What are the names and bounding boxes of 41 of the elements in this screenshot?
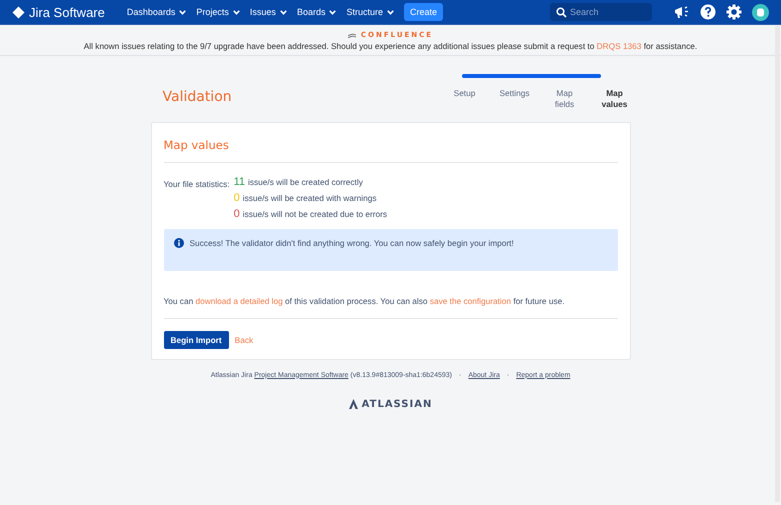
- section-title: Map values: [164, 138, 230, 152]
- announcement-text: All known issues relating to the 9/7 upgrade have been addressed. Should you experience any additional issues please submit a request to DRQS 1363 for assistance.: [82, 41, 698, 51]
- info-icon: [174, 238, 184, 248]
- caret-icon: [329, 10, 336, 14]
- help-icon[interactable]: [700, 4, 716, 20]
- nav-menu-item[interactable]: Boards: [296, 7, 336, 17]
- avatar-icon[interactable]: [752, 4, 769, 20]
- statistic-text: issue/s will not be created due to errors: [242, 208, 388, 219]
- caret-icon: [386, 10, 394, 14]
- issue-count: 0: [234, 192, 240, 204]
- create-button[interactable]: Create: [404, 3, 443, 21]
- search-field[interactable]: Search: [550, 3, 652, 21]
- wizard-step[interactable]: Map values: [596, 88, 632, 110]
- caret-icon: [232, 10, 240, 14]
- confluence-logo-icon: [348, 32, 356, 38]
- search-icon: [556, 7, 567, 18]
- product-logo-text[interactable]: Jira Software: [29, 4, 105, 20]
- nav-menu-item[interactable]: Structure: [346, 7, 394, 17]
- megaphone-icon[interactable]: [674, 5, 690, 19]
- issue-count: 11: [234, 176, 246, 188]
- caret-icon: [179, 10, 186, 14]
- nav-menu-item[interactable]: Issues: [250, 7, 287, 17]
- nav-menu-item[interactable]: Projects: [196, 7, 240, 17]
- scrollbar[interactable]: [775, 26, 780, 502]
- begin-import-button[interactable]: Begin Import: [164, 330, 229, 349]
- atlassian-brand-text: ATLASSIAN: [362, 398, 432, 410]
- wizard-step[interactable]: Setup: [446, 88, 482, 110]
- caret-icon: [280, 10, 287, 14]
- diamond-logo-icon: [12, 6, 25, 18]
- issue-count: 0: [234, 208, 240, 220]
- statistic-text: issue/s will be created correctly: [248, 176, 363, 187]
- nav-menu-item[interactable]: Dashboards: [126, 7, 186, 17]
- success-message: Success! The validator didn't find anything wrong. You can now safely begin your import!: [190, 238, 514, 248]
- statistics-label: Your file statistics:: [164, 178, 230, 191]
- wizard-step[interactable]: Settings: [496, 88, 532, 110]
- statistic-text: issue/s will be created with warnings: [242, 192, 376, 203]
- wizard-step[interactable]: Map fields: [546, 88, 582, 110]
- atlassian-logo-icon: [348, 399, 358, 410]
- log-sentence: You can download a detailed log of this validation process. You can also save the configuration for future use.: [164, 296, 566, 306]
- settings-icon[interactable]: [726, 4, 742, 20]
- page-title: Validation: [162, 89, 232, 105]
